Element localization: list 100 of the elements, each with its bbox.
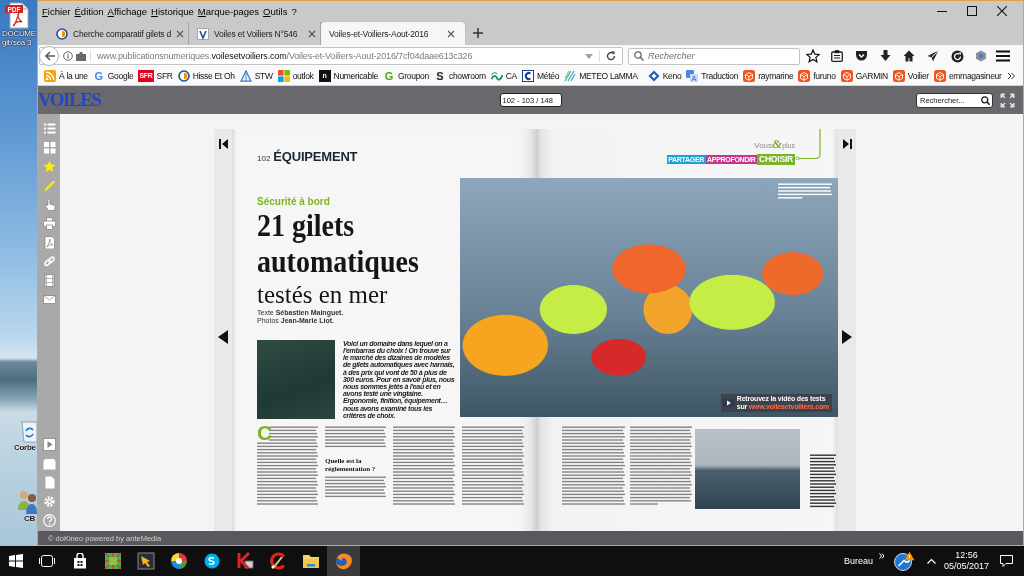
bookmark-link[interactable]: raymarine	[743, 70, 794, 82]
v-tile-icon	[197, 27, 210, 40]
maximize-icon[interactable]	[967, 6, 977, 16]
briefcase-icon[interactable]	[76, 51, 86, 61]
browser-tab[interactable]: Voiles-et-Voiliers-Aout-2016	[321, 22, 466, 45]
close-icon[interactable]	[997, 6, 1007, 16]
article-kicker: Sécurité à bord	[257, 196, 330, 208]
section-tag: CHOISIR	[756, 154, 795, 165]
bookmark-link[interactable]: Voilier	[892, 70, 929, 82]
toolbar-label[interactable]: Bureau	[843, 556, 873, 566]
shopping-bag-icon[interactable]	[72, 553, 87, 569]
close-tab-icon[interactable]	[176, 29, 185, 38]
globe-icon	[334, 552, 353, 570]
mosaic-icon	[103, 552, 122, 570]
film-icon[interactable]	[42, 274, 56, 287]
magazine-logo: VOILES	[38, 88, 101, 112]
body-text-drawing	[325, 426, 386, 449]
clock-date[interactable]: 05/05/2017	[943, 561, 989, 572]
download-icon[interactable]	[879, 50, 891, 62]
menu-item[interactable]: Affichage	[106, 5, 149, 17]
bookmark-link[interactable]: G Groupon	[383, 70, 429, 82]
bookmark-link[interactable]: Keno	[647, 70, 682, 82]
cube-icon	[743, 70, 756, 82]
diamond-icon	[647, 70, 660, 82]
bookmark-link[interactable]: emmagasineur	[933, 70, 1002, 82]
bookmark-link[interactable]: GARMIN	[840, 70, 888, 82]
dropdown-caret-icon[interactable]	[585, 53, 593, 59]
people-icon[interactable]	[18, 488, 37, 514]
menu-item[interactable]: Fichier	[41, 5, 72, 17]
bookmark-link[interactable]: G Google	[92, 70, 134, 82]
search-icon[interactable]	[981, 95, 990, 105]
desktop-icon-label[interactable]: Corbe	[14, 443, 36, 452]
menu-item[interactable]: Marque-pages	[196, 5, 261, 17]
menu-icon[interactable]	[996, 50, 1010, 62]
square-logo-icon	[522, 70, 534, 82]
recycle-bin-icon[interactable]	[20, 419, 37, 443]
letter-icon: G	[92, 70, 105, 82]
home-icon[interactable]	[903, 50, 915, 62]
address-bar[interactable]: www.publicationsnumeriques.voilesetvoiliers.com/Voiles-et-Voiliers-Aout-2016/7cf04daae613c326	[39, 47, 623, 65]
close-tab-icon[interactable]	[447, 29, 456, 38]
clipboard-icon[interactable]	[831, 50, 843, 62]
menu-item[interactable]: Édition	[73, 5, 105, 17]
bookmark-link[interactable]: CA	[490, 70, 517, 82]
c-brush-icon	[268, 552, 287, 570]
wrench-warning-icon[interactable]	[892, 551, 915, 571]
previous-page-icon[interactable]	[218, 330, 228, 344]
s-circle-icon	[202, 552, 221, 570]
hexagon-icon[interactable]	[975, 50, 987, 62]
first-page-icon[interactable]	[218, 139, 228, 149]
chevron-shield-icon[interactable]	[854, 50, 868, 62]
double-chevron-icon[interactable]	[1006, 72, 1015, 80]
clock-time[interactable]: 12:56	[955, 550, 978, 561]
desktop-icon-label[interactable]: CB	[24, 514, 35, 523]
close-tab-icon[interactable]	[308, 29, 317, 38]
k-window-icon	[235, 552, 254, 570]
printer-icon[interactable]	[42, 217, 56, 230]
bookmark-link[interactable]: Traduction	[686, 70, 739, 82]
last-page-icon[interactable]	[842, 139, 852, 149]
next-page-icon[interactable]	[842, 330, 852, 344]
bookmark-link[interactable]: outlok	[277, 70, 314, 82]
caret-up-icon[interactable]	[926, 558, 936, 564]
bookmark-link[interactable]: Météo	[522, 70, 560, 82]
swoosh-document-icon[interactable]	[42, 236, 56, 249]
new-tab-icon[interactable]	[473, 28, 484, 38]
bookmark-link[interactable]: METEO LaMMA	[564, 70, 638, 82]
back-arrow-icon	[43, 51, 55, 61]
menu-item[interactable]: Outils	[262, 5, 289, 17]
address-text[interactable]: www.publicationsnumeriques.voilesetvoiliers.com/Voiles-et-Voiliers-Aout-2016/7cf04daae613c326	[97, 51, 473, 61]
hand-pointer-icon[interactable]	[42, 198, 56, 211]
bookmark-link[interactable]: À la une	[44, 70, 88, 82]
notification-icon[interactable]	[1000, 555, 1013, 567]
start-icon[interactable]	[8, 554, 23, 568]
back-button[interactable]	[39, 46, 59, 66]
page-number: 102	[257, 154, 271, 163]
letter-icon: G	[383, 70, 395, 82]
body-text-drawing	[325, 476, 386, 499]
star-icon[interactable]	[42, 160, 56, 173]
four-squares-icon	[277, 70, 290, 82]
info-icon[interactable]	[63, 51, 73, 61]
bookmark-link[interactable]: S chowroom	[433, 70, 486, 82]
bookmark-link[interactable]: STW	[239, 70, 273, 82]
desktop-icon-label[interactable]: DOCUME	[2, 29, 36, 38]
fullscreen-icon[interactable]	[1000, 92, 1015, 108]
bookmark-link[interactable]: Hisse Et Oh	[177, 70, 235, 82]
bookmark-link[interactable]: furuno	[798, 70, 836, 82]
menu-item[interactable]: Historique	[150, 5, 195, 17]
circle-arrow-icon[interactable]	[950, 49, 964, 63]
envelope-icon[interactable]	[42, 293, 56, 306]
menu-item[interactable]: ?	[290, 5, 298, 17]
wave-icon	[490, 70, 503, 82]
cube-icon	[840, 70, 853, 82]
triangle-icon	[239, 70, 252, 82]
task-view-icon[interactable]	[39, 555, 55, 567]
article-subtitle: testés en mer	[257, 279, 388, 310]
paper-plane-icon[interactable]	[927, 50, 939, 62]
reload-icon[interactable]	[606, 51, 616, 61]
caption-text-drawing	[778, 183, 832, 200]
star-icon[interactable]	[806, 49, 820, 63]
search-field[interactable]: Rechercher	[628, 47, 800, 65]
play-icon[interactable]	[722, 399, 734, 407]
